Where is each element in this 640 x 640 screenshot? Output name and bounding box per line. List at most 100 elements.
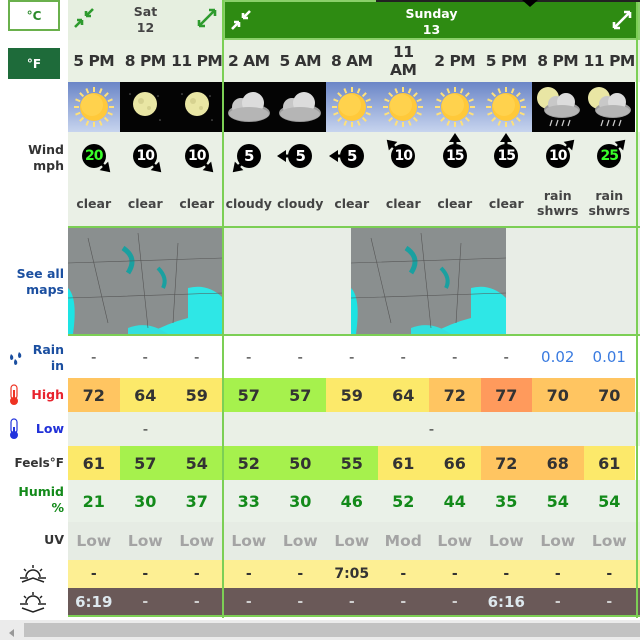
uv-value: Low <box>334 532 370 550</box>
rain-row: - - - - - - - - - 0.02 0.01 <box>68 336 640 378</box>
high-temp-value: 77 <box>480 378 532 412</box>
see-all-maps-line1: See all <box>16 266 64 281</box>
low-value-sun: - <box>428 420 435 438</box>
wind-label-text: Wind <box>28 142 64 157</box>
celsius-button[interactable]: °C <box>8 0 60 31</box>
sunset-value: - <box>554 594 561 610</box>
wind-arrow-icon: 5 <box>225 132 273 180</box>
scrollbar-thumb[interactable] <box>24 623 640 637</box>
high-temp-row: 72 64 59 57 57 59 64 72 77 70 70 <box>68 378 640 412</box>
wind-cell: 10 <box>532 132 584 180</box>
time-label: 8 AM <box>330 52 373 70</box>
humidity-value: 44 <box>443 491 466 511</box>
time-label: 5 PM <box>485 52 527 70</box>
rain-value: - <box>297 348 303 366</box>
wind-arrow-icon: 10 <box>534 132 582 180</box>
horizontal-scrollbar[interactable] <box>0 620 640 640</box>
feels-like-value: 61 <box>377 446 429 480</box>
wind-arrow-icon: 5 <box>276 132 324 180</box>
sun-icon <box>329 84 375 130</box>
low-value-sat: - <box>142 420 149 438</box>
moon-icon <box>122 84 168 130</box>
high-temp-value: 64 <box>119 378 171 412</box>
selected-indicator-bar <box>376 0 640 2</box>
wind-speed: 10 <box>136 148 155 164</box>
maps-row <box>67 226 640 336</box>
condition-label: clear <box>334 195 370 211</box>
wind-speed: 5 <box>295 147 306 165</box>
uv-value: Low <box>282 532 318 550</box>
sunset-value: - <box>245 594 252 610</box>
scroll-left-icon[interactable] <box>6 624 18 637</box>
cloud-icon <box>225 87 273 127</box>
high-temp-value: 57 <box>274 378 326 412</box>
humidity-value: 46 <box>340 491 363 511</box>
wind-speed: 5 <box>347 147 357 165</box>
uv-value: Low <box>591 532 627 550</box>
wind-cell: 5 <box>223 132 275 180</box>
feels-like-value: 68 <box>532 446 584 480</box>
wind-cell: 25 <box>584 132 636 180</box>
weather-icon-cell <box>119 82 171 132</box>
fahrenheit-button[interactable]: °F <box>8 48 60 79</box>
wind-cell: 10 <box>120 132 172 180</box>
weather-map-thumbnail[interactable] <box>67 228 224 334</box>
high-label: High <box>31 387 64 402</box>
sunset-value: - <box>451 594 458 610</box>
sunset-value: - <box>193 594 200 610</box>
weather-icon-cell <box>223 82 275 132</box>
sunset-value: 6:16 <box>487 593 525 611</box>
feels-like-value: 61 <box>68 446 120 480</box>
rain-value: - <box>194 348 200 366</box>
wind-cell: 15 <box>429 132 481 180</box>
high-temp-value: 59 <box>171 378 223 412</box>
wind-speed: 15 <box>446 148 464 164</box>
weather-map-thumbnail[interactable] <box>350 228 507 334</box>
sun-icon <box>483 84 529 130</box>
sunset-value: - <box>142 594 149 610</box>
wind-arrow-icon: 10 <box>121 132 169 180</box>
wind-cell: 10 <box>378 132 430 180</box>
high-temp-value: 59 <box>326 378 378 412</box>
expand-icon[interactable] <box>195 6 219 30</box>
forecast-grid: Sat 12 Sunday 13 5 PM 8 PM 11 PM 2 AM 5 AM 8 … <box>67 0 640 618</box>
weather-icon-cell <box>68 82 120 132</box>
condition-label: clear <box>127 195 163 211</box>
see-all-maps-line2: maps <box>26 282 64 297</box>
feels-like-value: 61 <box>583 446 635 480</box>
day-header-sat[interactable]: Sat 12 <box>68 0 223 40</box>
feels-like-value: 54 <box>171 446 223 480</box>
rain-unit-text: in <box>50 358 64 373</box>
sun-icon <box>432 84 478 130</box>
time-label: 5 AM <box>279 52 322 70</box>
feels-like-value: 66 <box>429 446 481 480</box>
rain-value: - <box>246 348 252 366</box>
time-label: 11 PM <box>583 52 636 70</box>
weather-icon-cell <box>171 82 223 132</box>
humidity-row: 21 30 37 33 30 46 52 44 35 54 54 <box>68 480 640 522</box>
rain-drops-icon <box>6 346 26 366</box>
selected-pointer-icon <box>522 0 538 7</box>
sunrise-value: - <box>142 566 149 582</box>
sunset-value: - <box>606 594 613 610</box>
time-label: 2 AM <box>227 52 270 70</box>
sunrise-value: - <box>90 566 97 582</box>
rain-value: 0.02 <box>541 348 575 366</box>
see-all-maps-link[interactable]: See all maps <box>17 266 64 298</box>
sunset-value: - <box>348 594 355 610</box>
expand-icon[interactable] <box>610 8 634 32</box>
humid-label-text: Humid <box>18 484 64 499</box>
time-label: 11 PM <box>171 52 223 70</box>
wind-arrow-icon: 10 <box>173 132 221 180</box>
high-temp-value: 70 <box>532 378 584 412</box>
sunset-icon <box>18 591 48 613</box>
day-header-sun[interactable]: Sunday 13 <box>223 0 640 40</box>
wind-speed: 20 <box>85 148 103 164</box>
day-separator <box>222 0 224 618</box>
cloud-icon <box>276 87 324 127</box>
rain-value: - <box>452 348 458 366</box>
condition-label: clear <box>76 195 112 211</box>
feels-like-value: 50 <box>274 446 326 480</box>
condition-label: rain shwrs <box>588 188 631 218</box>
humidity-value: 33 <box>237 491 260 511</box>
